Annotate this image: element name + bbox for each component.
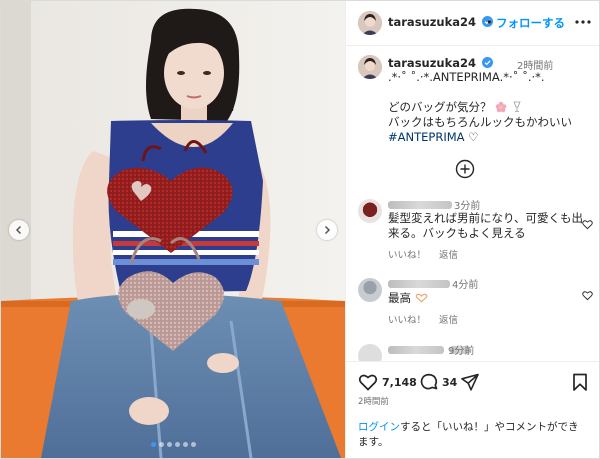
comment-line: 最高: [388, 291, 411, 305]
carousel-dot[interactable]: [190, 442, 196, 447]
avatar[interactable]: [358, 344, 382, 361]
carousel-dot[interactable]: [158, 442, 164, 447]
follow-button[interactable]: フォローする: [496, 15, 565, 31]
heart-icon[interactable]: [582, 290, 593, 301]
header-username[interactable]: tarasuzuka24: [388, 15, 494, 29]
avatar[interactable]: [358, 278, 382, 302]
carousel-dot[interactable]: [182, 442, 188, 447]
post-frame: tarasuzuka24 • フォローする tarasuzuka24 2時間前 …: [0, 0, 600, 459]
header-separator: •: [486, 15, 493, 29]
heart-icon[interactable]: [358, 372, 378, 392]
post-time[interactable]: 2時間前: [358, 395, 389, 407]
caption-heart: ♡: [468, 130, 479, 144]
comment-actions: いいね！ 返信: [388, 312, 468, 326]
comments-area[interactable]: tarasuzuka24 2時間前 .*·˚ ˚.·*.ANTEPRIMA.*·…: [346, 46, 599, 361]
carousel-next-button[interactable]: [317, 220, 337, 240]
comment-reply-button[interactable]: 返信: [439, 250, 458, 261]
avatar[interactable]: [358, 199, 382, 223]
comment-reply-button[interactable]: 返信: [439, 315, 458, 326]
comment-line: 来る。バックもよく見える: [388, 226, 526, 240]
comment-time[interactable]: 9分前: [448, 342, 474, 357]
flower-emoji-icon: [495, 101, 507, 113]
blurred-username: [388, 280, 450, 288]
avatar[interactable]: [358, 11, 382, 35]
login-text: ます。: [358, 436, 389, 448]
caption-text: .*·˚ ˚.·*.ANTEPRIMA.*·˚ ˚.·*. どのバッグが気分？ …: [388, 70, 593, 145]
comment-time[interactable]: 3分前: [454, 197, 480, 212]
comment-time[interactable]: 4分前: [452, 276, 478, 291]
carousel-prev-button[interactable]: [9, 220, 29, 240]
post-photo[interactable]: [1, 1, 345, 458]
blurred-username: [388, 201, 452, 209]
caption-username[interactable]: tarasuzuka24: [388, 56, 494, 70]
share-icon[interactable]: [460, 372, 480, 392]
comment-count[interactable]: 34: [442, 376, 457, 389]
caption-line-text: どのバッグが気分？: [388, 100, 492, 114]
heart-icon[interactable]: [582, 219, 593, 230]
post-actions: 7,148 34 2時間前 ログインすると「いいね！」やコメントができ ます。: [346, 361, 599, 458]
verified-badge-icon: [482, 57, 494, 68]
login-text: すると「いいね！」やコメントができ: [400, 421, 579, 433]
caption-line: #ANTEPRIMA ♡: [388, 130, 593, 145]
post-sidebar: tarasuzuka24 • フォローする tarasuzuka24 2時間前 …: [345, 1, 599, 458]
comment-text: 髪型変えれば男前になり、可愛くも出 来る。バックもよく見える: [388, 211, 593, 241]
username-text[interactable]: tarasuzuka24: [388, 56, 476, 70]
hashtag-link[interactable]: #ANTEPRIMA: [388, 130, 465, 144]
plus-circle-icon[interactable]: [455, 159, 475, 179]
heart-hands-emoji-icon: [415, 293, 427, 303]
comment-like-button[interactable]: いいね！: [388, 315, 426, 326]
username-text[interactable]: tarasuzuka24: [388, 15, 476, 29]
blurred-username: [388, 346, 444, 354]
bookmark-icon[interactable]: [570, 372, 590, 392]
carousel-dot[interactable]: [166, 442, 172, 447]
comment-icon[interactable]: [419, 372, 439, 392]
comment-like-button[interactable]: いいね！: [388, 250, 426, 261]
carousel-dot[interactable]: [150, 442, 156, 447]
caption-line: バックはもちろんルックもかわいい: [388, 115, 572, 129]
carousel-dot[interactable]: [174, 442, 180, 447]
caption-line: どのバッグが気分？: [388, 100, 593, 115]
carousel-dots: [1, 442, 345, 447]
post-header: tarasuzuka24 • フォローする: [346, 1, 599, 46]
caption-line: .*·˚ ˚.·*.ANTEPRIMA.*·˚ ˚.·*.: [388, 70, 545, 84]
chevron-right-icon: [324, 225, 331, 235]
glass-emoji-icon: [513, 101, 521, 112]
login-link[interactable]: ログイン: [358, 421, 400, 433]
comment-line: 髪型変えれば男前になり、可愛くも出: [388, 211, 584, 225]
avatar[interactable]: [358, 55, 382, 79]
more-options-icon[interactable]: [574, 15, 592, 29]
chevron-left-icon: [15, 225, 22, 235]
comment-actions: いいね！ 返信: [388, 247, 468, 261]
photo-image: [1, 1, 345, 458]
like-count[interactable]: 7,148: [382, 376, 417, 389]
comment-text: 最高: [388, 291, 593, 306]
login-prompt: ログインすると「いいね！」やコメントができ ます。: [358, 420, 588, 450]
